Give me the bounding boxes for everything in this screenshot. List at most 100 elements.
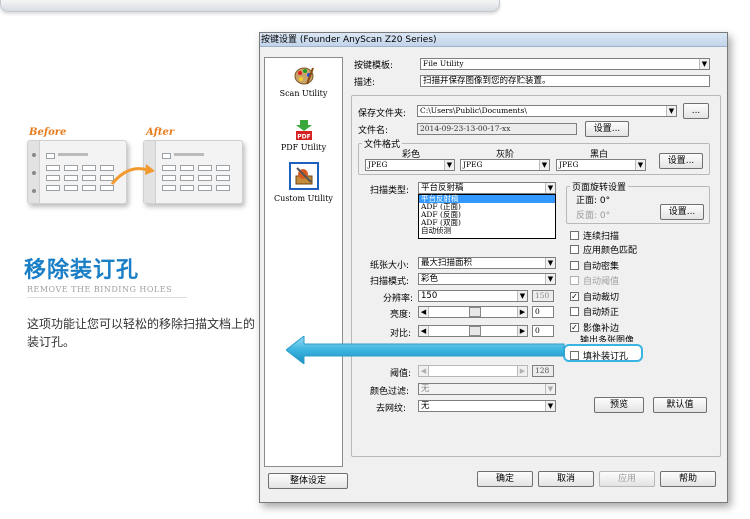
chevron-down-icon: ▼ xyxy=(635,160,645,170)
checkbox-box xyxy=(570,307,579,316)
scan-type-dropdown-list: 平台反射稿 ADF (正面) ADF (反面) ADF (双面) 自动侦测 xyxy=(418,194,556,239)
paper-size-label: 纸张大小: xyxy=(370,261,410,271)
format-bw-select[interactable]: JPEG ▼ xyxy=(556,159,646,171)
resolution-select[interactable]: 150 ▼ xyxy=(418,290,528,302)
checkbox-auto-deskew[interactable]: 自动矫正 xyxy=(570,305,619,318)
checkbox-fill-binding-holes[interactable]: 填补装订孔 xyxy=(570,349,628,362)
color-filter-label: 颜色过滤: xyxy=(370,387,410,397)
filename-settings-button[interactable]: 设置... xyxy=(585,121,629,137)
rotate-back: 反面: 0° xyxy=(576,211,611,221)
curved-arrow-icon xyxy=(110,164,155,185)
template-label: 按键模板: xyxy=(354,61,394,71)
callout-arrow-icon xyxy=(286,336,565,364)
filename-field: 2014-09-23-13-00-17-xx xyxy=(417,123,577,135)
utility-sidebar: Scan Utility PDF PDF Utility Custom Util… xyxy=(264,57,343,467)
checkbox-box xyxy=(570,351,579,360)
sidebar-item-label: PDF Utility xyxy=(280,143,327,152)
template-select[interactable]: File Utility ▼ xyxy=(420,58,710,70)
help-button[interactable]: 帮助 xyxy=(660,471,716,487)
chevron-down-icon: ▼ xyxy=(517,291,527,301)
feature-title: 移除装订孔 xyxy=(24,258,140,283)
file-format-title: 文件格式 xyxy=(362,137,403,150)
chevron-down-icon: ▼ xyxy=(699,59,709,69)
slider-thumb[interactable] xyxy=(469,326,481,336)
divider xyxy=(27,297,187,298)
sidebar-item-label: Scan Utility xyxy=(279,89,328,98)
filename-label: 文件名: xyxy=(358,126,389,136)
checkbox-auto-threshold: 自动阈值 xyxy=(570,274,619,287)
save-folder-label: 保存文件夹: xyxy=(358,109,407,119)
apply-button: 应用 xyxy=(599,471,655,487)
format-color-select[interactable]: JPEG ▼ xyxy=(365,159,455,171)
sidebar-item-pdf-utility[interactable]: PDF PDF Utility xyxy=(265,120,342,152)
checkbox-continuous-scan[interactable]: 连续扫描 xyxy=(570,229,619,242)
right-arrow-icon[interactable]: ▶ xyxy=(517,326,527,336)
chevron-down-icon: ▼ xyxy=(545,274,555,284)
left-arrow-icon: ◀ xyxy=(419,366,429,376)
resolution-side-field: 150 xyxy=(532,290,554,302)
checkbox-multi-output[interactable]: 输出多张图像 xyxy=(580,333,634,342)
checkbox-color-matching[interactable]: 应用颜色匹配 xyxy=(570,243,637,256)
threshold-value: 128 xyxy=(532,365,554,377)
descreen-label: 去网纹: xyxy=(376,404,407,414)
top-decorative-bar xyxy=(0,0,500,12)
paper-size-select[interactable]: 最大扫描面积 ▼ xyxy=(418,257,556,269)
default-button[interactable]: 默认值 xyxy=(653,397,707,413)
save-folder-select[interactable]: C:\Users\Public\Documents\ ▼ xyxy=(417,105,677,117)
brightness-value[interactable]: 0 xyxy=(532,306,554,318)
check-mark-icon: ✓ xyxy=(570,292,579,301)
brightness-slider[interactable]: ◀ ▶ xyxy=(418,306,528,318)
sidebar-item-scan-utility[interactable]: Scan Utility xyxy=(265,66,342,98)
rotate-front: 正面: 0° xyxy=(576,196,611,206)
dialog-titlebar: 按键设置 (Founder AnyScan Z20 Series) xyxy=(260,33,727,47)
sidebar-item-label: Custom Utility xyxy=(274,194,333,203)
chevron-down-icon: ▼ xyxy=(539,160,549,170)
pdf-icon: PDF xyxy=(295,120,312,141)
left-arrow-icon[interactable]: ◀ xyxy=(419,326,429,336)
scan-mode-label: 扫描模式: xyxy=(370,277,410,287)
scan-type-select[interactable]: 平台反射稿 ▼ xyxy=(418,182,556,194)
checkbox-box xyxy=(570,276,579,285)
page-rotation-title: 页面旋转设置 xyxy=(570,180,629,193)
checkbox-auto-density[interactable]: 自动密集 xyxy=(570,259,619,272)
checkbox-auto-crop[interactable]: ✓ 自动裁切 xyxy=(570,290,619,303)
checkbox-box xyxy=(570,261,579,270)
left-arrow-icon[interactable]: ◀ xyxy=(419,307,429,317)
right-arrow-icon[interactable]: ▶ xyxy=(517,307,527,317)
preview-button[interactable]: 预览 xyxy=(594,397,644,413)
feature-subtitle: REMOVE THE BINDING HOLES xyxy=(27,285,173,294)
brightness-label: 亮度: xyxy=(390,310,412,320)
cancel-button[interactable]: 取消 xyxy=(538,471,594,487)
chevron-down-icon: ▼ xyxy=(444,160,454,170)
global-settings-button[interactable]: 整体设定 xyxy=(268,473,348,489)
rotation-settings-button[interactable]: 设置... xyxy=(660,204,704,220)
chevron-down-icon: ▼ xyxy=(545,183,555,193)
threshold-label: 阈值: xyxy=(390,369,412,379)
button-settings-dialog: 按键设置 (Founder AnyScan Z20 Series) Scan U… xyxy=(259,32,728,503)
ok-button[interactable]: 确定 xyxy=(477,471,533,487)
feature-description: 这项功能让您可以轻松的移除扫描文档上的装订孔。 xyxy=(27,317,256,349)
sidebar-item-custom-utility[interactable]: Custom Utility xyxy=(265,162,342,203)
checkbox-box xyxy=(570,245,579,254)
browse-button[interactable]: ... xyxy=(683,103,709,119)
right-arrow-icon: ▶ xyxy=(517,366,527,376)
after-label: After xyxy=(146,127,175,138)
dropdown-option[interactable]: 自动侦测 xyxy=(419,227,555,235)
slider-thumb[interactable] xyxy=(469,307,481,317)
chevron-down-icon: ▼ xyxy=(545,258,555,268)
before-label: Before xyxy=(29,127,67,138)
palette-icon xyxy=(294,67,314,85)
chevron-down-icon: ▼ xyxy=(545,384,555,394)
descreen-select[interactable]: 无 ▼ xyxy=(418,400,556,412)
svg-text:PDF: PDF xyxy=(297,134,310,141)
format-gray-select[interactable]: JPEG ▼ xyxy=(460,159,550,171)
chevron-down-icon: ▼ xyxy=(545,401,555,411)
chevron-down-icon: ▼ xyxy=(666,106,676,116)
scan-mode-select[interactable]: 彩色 ▼ xyxy=(418,273,556,285)
after-document-image xyxy=(143,140,243,204)
scan-type-label: 扫描类型: xyxy=(370,186,410,196)
resolution-label: 分辨率: xyxy=(383,294,414,304)
threshold-slider: ◀ ▶ xyxy=(418,365,528,377)
format-settings-button[interactable]: 设置... xyxy=(659,153,703,169)
color-filter-select: 无 ▼ xyxy=(418,383,556,395)
